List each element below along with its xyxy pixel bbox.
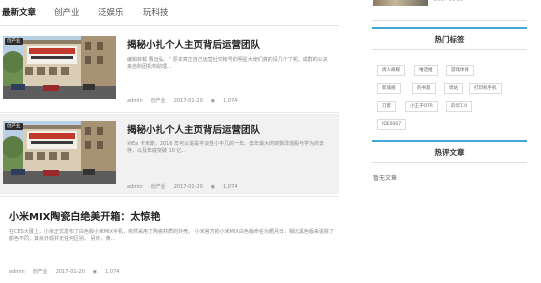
article-card: 创产业 揭秘小扎个人主页背后运营团队 对Ea 卡米斯，2016 年可以说是平淡性… xyxy=(0,114,339,194)
article-thumbnail[interactable]: 创产业 xyxy=(3,121,116,184)
tag-item[interactable]: 刀客 xyxy=(377,101,396,112)
article-excerpt: 编辑转载 曹远弘：“ 原本真正自己运营社交帐号的明星大使们真的没几个了呢。成群的… xyxy=(127,57,328,70)
tag-item[interactable]: 唯话推 xyxy=(414,65,438,76)
sidebar: 2017-01-20 热门标签 周人邮媒 唯话推 游戏体育 新城规 的书意 周站… xyxy=(372,0,527,283)
hot-comments-empty: 暂无文章 xyxy=(373,175,398,182)
article-divider xyxy=(0,196,339,197)
sidebar-divider xyxy=(372,20,527,21)
article-meta: admin 创产业 2017-01-20 ◉ 1,074 xyxy=(9,268,135,275)
hot-comments-heading: 热评文章 xyxy=(434,148,465,157)
article-excerpt: 对Ea 卡米斯，2016 年可以说是平淡性小平几的一年。去年最大的晓数改造股与学… xyxy=(127,141,325,154)
sidebar-article-thumbnail[interactable] xyxy=(373,0,428,6)
tag-item[interactable]: 周人邮媒 xyxy=(377,65,405,76)
tab-industry[interactable]: 创产业 xyxy=(54,6,80,18)
view-count: ◉ 1,074 xyxy=(211,184,246,190)
tabs-divider xyxy=(0,25,339,26)
hot-comments-accent xyxy=(372,140,527,142)
tag-item[interactable]: IDE0007 xyxy=(377,119,407,130)
article-card: 创产业 揭秘小扎个人主页背后运营团队 编辑转载 曹远弘：“ 原本真正自己运营社交… xyxy=(0,30,339,110)
author-link[interactable]: admin xyxy=(127,98,143,104)
article-card: 小米MIX陶瓷白绝美开箱：太惊艳 在CES大展上，小米正式发布了白色版小米MIX… xyxy=(0,198,339,283)
article-meta: admin 创产业 2017-01-20 ◉ 1,074 xyxy=(127,183,253,190)
tag-item[interactable]: 新城规 xyxy=(377,83,401,94)
tag-item[interactable]: 的书意 xyxy=(412,83,436,94)
article-title[interactable]: 小米MIX陶瓷白绝美开箱：太惊艳 xyxy=(9,208,160,223)
tag-item[interactable]: 周站 xyxy=(444,83,463,94)
article-excerpt: 在CES大展上，小米正式发布了白色版小米MIX手机，依然采用了陶瓷材质的外壳。 … xyxy=(9,229,334,242)
article-title[interactable]: 揭秘小扎个人主页背后运营团队 xyxy=(127,122,260,136)
eye-icon: ◉ xyxy=(92,269,98,275)
publish-date: 2017-01-20 xyxy=(173,98,203,104)
sidebar-divider xyxy=(372,49,527,50)
eye-icon: ◉ xyxy=(210,98,216,104)
sidebar-article-date: 2017-01-20 xyxy=(434,0,464,3)
eye-icon: ◉ xyxy=(210,184,216,190)
category-link[interactable]: 创产业 xyxy=(151,184,166,190)
category-link[interactable]: 创产业 xyxy=(33,269,48,275)
tab-tech[interactable]: 玩科技 xyxy=(143,6,169,18)
publish-date: 2017-01-20 xyxy=(173,184,203,190)
tag-item[interactable]: 的华7.0 xyxy=(446,101,473,112)
view-count: ◉ 1,074 xyxy=(93,269,128,275)
author-link[interactable]: admin xyxy=(127,184,143,190)
view-count-value: 1,074 xyxy=(105,269,120,275)
tag-item[interactable]: 小王子OTR xyxy=(405,101,438,112)
article-title[interactable]: 揭秘小扎个人主页背后运营团队 xyxy=(127,37,260,51)
hot-tags-accent xyxy=(372,27,527,29)
street-scene-image xyxy=(3,121,116,184)
tag-item[interactable]: 游戏体育 xyxy=(446,65,474,76)
article-thumbnail[interactable]: 创产业 xyxy=(3,36,116,99)
view-count-value: 1,074 xyxy=(223,184,238,190)
sidebar-divider xyxy=(372,162,527,163)
category-badge[interactable]: 创产业 xyxy=(5,123,23,130)
category-badge[interactable]: 创产业 xyxy=(5,38,23,45)
view-count: ◉ 1,074 xyxy=(211,98,246,104)
tab-entertainment[interactable]: 泛娱乐 xyxy=(98,6,124,18)
tab-latest[interactable]: 最新文章 xyxy=(2,6,36,18)
article-divider xyxy=(0,112,339,113)
category-link[interactable]: 创产业 xyxy=(151,98,166,104)
article-meta: admin 创产业 2017-01-20 ◉ 1,074 xyxy=(127,97,253,104)
publish-date: 2017-01-20 xyxy=(55,269,85,275)
view-count-value: 1,074 xyxy=(223,98,238,104)
street-scene-image xyxy=(3,36,116,99)
tag-item[interactable]: 打印机手机 xyxy=(469,83,502,94)
author-link[interactable]: admin xyxy=(9,269,25,275)
hot-tags-heading: 热门标签 xyxy=(434,35,465,44)
